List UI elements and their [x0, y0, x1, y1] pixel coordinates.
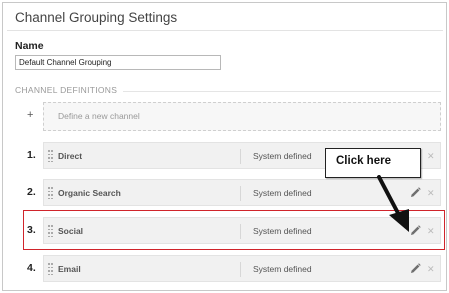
- channel-name: Direct: [58, 151, 83, 161]
- channel-number: 2.: [27, 186, 36, 198]
- callout-text: Click here: [336, 155, 391, 167]
- channel-status: System defined: [253, 151, 312, 161]
- close-icon[interactable]: ✕: [427, 186, 435, 200]
- channel-number: 1.: [27, 149, 36, 161]
- column-divider: [240, 149, 241, 164]
- callout-box: Click here: [325, 148, 421, 178]
- section-divider: [123, 91, 441, 92]
- drag-handle-icon[interactable]: [48, 187, 53, 199]
- pencil-icon[interactable]: [409, 262, 421, 276]
- arrow-icon: [377, 175, 409, 232]
- title-divider: [7, 30, 443, 31]
- channel-row-email[interactable]: Email System defined ✕: [43, 255, 441, 282]
- channel-status: System defined: [253, 188, 312, 198]
- define-new-channel-button[interactable]: Define a new channel: [43, 102, 441, 131]
- add-channel-plus-icon[interactable]: +: [27, 109, 33, 121]
- name-label: Name: [15, 40, 44, 52]
- define-new-channel-label: Define a new channel: [58, 111, 140, 121]
- settings-panel: Channel Grouping Settings Name CHANNEL D…: [2, 2, 447, 291]
- name-input[interactable]: [15, 55, 221, 70]
- channel-status: System defined: [253, 264, 312, 274]
- close-icon[interactable]: ✕: [427, 262, 435, 276]
- drag-handle-icon[interactable]: [48, 263, 53, 275]
- page-title: Channel Grouping Settings: [15, 10, 178, 25]
- channel-name: Organic Search: [58, 188, 121, 198]
- close-icon[interactable]: ✕: [427, 149, 435, 163]
- column-divider: [240, 262, 241, 277]
- column-divider: [240, 186, 241, 201]
- channel-number: 4.: [27, 262, 36, 274]
- section-label: CHANNEL DEFINITIONS: [15, 85, 118, 95]
- drag-handle-icon[interactable]: [48, 150, 53, 162]
- channel-name: Email: [58, 264, 81, 274]
